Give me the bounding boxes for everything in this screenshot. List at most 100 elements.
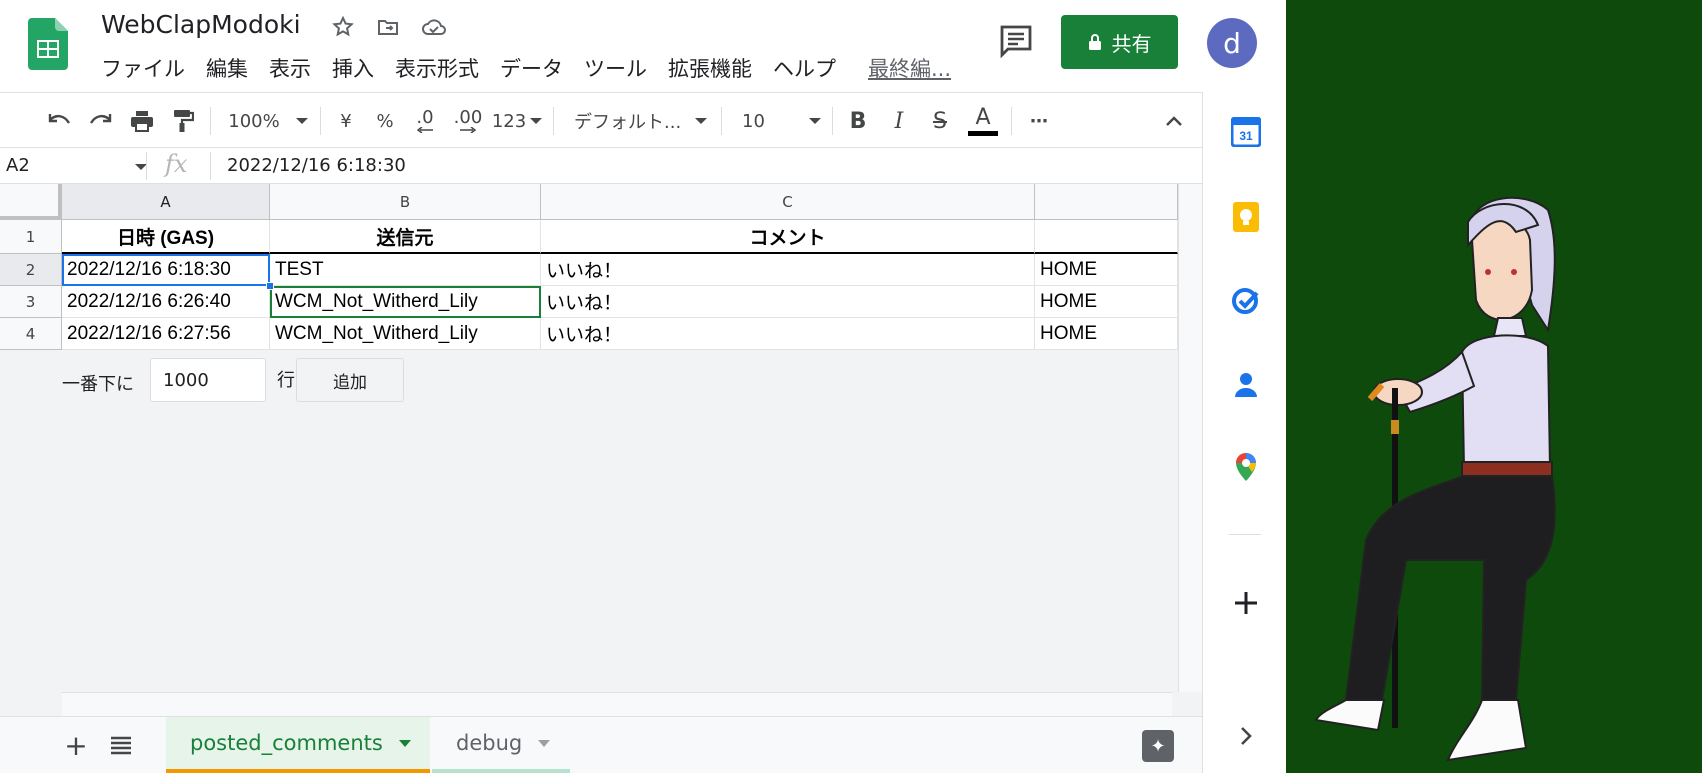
- cell-d4[interactable]: HOME: [1035, 318, 1178, 350]
- cell-a3[interactable]: 2022/12/16 6:26:40: [62, 286, 270, 318]
- arrow-left-icon: [417, 127, 433, 133]
- cell-d1[interactable]: [1035, 220, 1178, 254]
- cell-c1[interactable]: コメント: [541, 220, 1035, 254]
- toolbar: 100% ¥ % .0 .00 123 デフォルト... 10 B I S A …: [0, 92, 1202, 148]
- comment-history-icon[interactable]: [998, 24, 1034, 58]
- fill-handle[interactable]: [266, 282, 274, 290]
- decrease-decimal-button[interactable]: .0: [410, 93, 440, 149]
- menu-edit[interactable]: 編集: [206, 53, 248, 83]
- bold-button[interactable]: B: [843, 93, 873, 149]
- strikethrough-button[interactable]: S: [925, 93, 955, 149]
- formula-input[interactable]: 2022/12/16 6:18:30: [227, 155, 406, 176]
- add-sheet-button[interactable]: +: [62, 727, 90, 763]
- vertical-scrollbar[interactable]: [1178, 184, 1202, 692]
- menu-tools[interactable]: ツール: [584, 53, 647, 83]
- chevron-down-icon[interactable]: [538, 739, 551, 747]
- keep-icon[interactable]: [1231, 202, 1261, 232]
- add-rows-count-input[interactable]: 1000: [150, 358, 266, 402]
- cell-a2[interactable]: 2022/12/16 6:18:30: [62, 254, 270, 286]
- cell-b2[interactable]: TEST: [270, 254, 541, 286]
- text-color-swatch: [968, 130, 998, 136]
- account-avatar[interactable]: d: [1207, 18, 1257, 68]
- chevron-right-icon[interactable]: [1231, 721, 1261, 751]
- menu-view[interactable]: 表示: [269, 53, 311, 83]
- italic-button[interactable]: I: [884, 93, 914, 149]
- lock-icon: [1088, 34, 1101, 50]
- last-edit-link[interactable]: 最終編...: [868, 53, 951, 83]
- spreadsheet-grid: A B C 1 2 3 4 日時 (GAS) 送信元 コメント 2022/12/…: [0, 184, 1202, 716]
- row-header-3[interactable]: 3: [0, 286, 62, 318]
- share-label: 共有: [1111, 31, 1152, 56]
- document-title[interactable]: WebClapModoki: [101, 10, 301, 39]
- share-button[interactable]: 共有: [1061, 15, 1178, 69]
- number-format-select[interactable]: 123: [492, 93, 543, 149]
- side-panel-divider: [1229, 534, 1261, 535]
- zoom-select[interactable]: 100%: [226, 93, 310, 149]
- horizontal-scrollbar[interactable]: [62, 692, 1172, 716]
- move-folder-icon[interactable]: [375, 14, 401, 40]
- formula-bar: A2 fx 2022/12/16 6:18:30: [0, 148, 1202, 184]
- sheet-tab-posted-comments[interactable]: posted_comments: [166, 717, 430, 773]
- tasks-icon[interactable]: [1231, 285, 1261, 315]
- cell-b4[interactable]: WCM_Not_Witherd_Lily: [270, 318, 541, 350]
- all-sheets-icon[interactable]: [108, 733, 134, 757]
- column-header-b[interactable]: B: [270, 184, 541, 220]
- sheet-tab-label: debug: [456, 731, 523, 755]
- cell-b1[interactable]: 送信元: [270, 220, 541, 254]
- calendar-icon[interactable]: 31: [1231, 117, 1261, 147]
- sheets-window: WebClapModoki ファイル 編集 表示 挿入 表示形式 データ ツール…: [0, 0, 1286, 773]
- name-box[interactable]: A2: [6, 155, 30, 176]
- cell-b3[interactable]: WCM_Not_Witherd_Lily: [270, 286, 541, 318]
- print-icon[interactable]: [127, 93, 157, 149]
- cell-a4[interactable]: 2022/12/16 6:27:56: [62, 318, 270, 350]
- cell-c4[interactable]: いいね！: [541, 318, 1035, 350]
- row-header-1[interactable]: 1: [0, 220, 62, 254]
- desktop-wallpaper: [1286, 0, 1702, 773]
- menu-data[interactable]: データ: [500, 53, 563, 83]
- decrease-decimal-label: .0: [416, 107, 434, 128]
- side-panel: 31: [1202, 92, 1286, 773]
- cloud-saved-icon[interactable]: [421, 14, 447, 40]
- undo-icon[interactable]: [44, 93, 74, 149]
- currency-format-button[interactable]: ¥: [333, 93, 359, 149]
- text-color-button[interactable]: A: [966, 93, 1000, 149]
- chevron-down-icon[interactable]: [398, 739, 411, 747]
- collapse-menus-icon[interactable]: [1160, 93, 1188, 149]
- sheets-logo-icon[interactable]: [28, 18, 68, 70]
- add-rows-button[interactable]: 追加: [296, 358, 404, 402]
- explore-icon[interactable]: ✦: [1142, 730, 1174, 762]
- maps-icon[interactable]: [1231, 452, 1261, 482]
- paint-format-icon[interactable]: [168, 93, 198, 149]
- cell-c2[interactable]: いいね！: [541, 254, 1035, 286]
- increase-decimal-button[interactable]: .00: [452, 93, 484, 149]
- font-size-select[interactable]: 10: [742, 93, 822, 149]
- select-all-corner[interactable]: [0, 184, 62, 220]
- row-header-4[interactable]: 4: [0, 318, 62, 350]
- sheet-tab-label: posted_comments: [190, 731, 383, 755]
- cell-d2[interactable]: HOME: [1035, 254, 1178, 286]
- text-color-label: A: [975, 104, 991, 130]
- cell-c3[interactable]: いいね！: [541, 286, 1035, 318]
- menu-file[interactable]: ファイル: [101, 53, 185, 83]
- column-header-a[interactable]: A: [62, 184, 270, 220]
- column-header-c[interactable]: C: [541, 184, 1035, 220]
- menu-help[interactable]: ヘルプ: [773, 53, 836, 83]
- row-header-2[interactable]: 2: [0, 254, 62, 286]
- font-select[interactable]: デフォルト...: [574, 93, 710, 149]
- desktop: WebClapModoki ファイル 編集 表示 挿入 表示形式 データ ツール…: [0, 0, 1702, 773]
- column-header-d[interactable]: [1035, 184, 1178, 220]
- add-rows-suffix: 行: [277, 370, 295, 391]
- menu-insert[interactable]: 挿入: [332, 53, 374, 83]
- percent-format-button[interactable]: %: [372, 93, 398, 149]
- menu-format[interactable]: 表示形式: [395, 53, 479, 83]
- redo-icon[interactable]: [86, 93, 116, 149]
- add-addon-icon[interactable]: [1231, 588, 1261, 618]
- cell-d3[interactable]: HOME: [1035, 286, 1178, 318]
- menu-extensions[interactable]: 拡張機能: [668, 53, 752, 83]
- cell-a1[interactable]: 日時 (GAS): [62, 220, 270, 254]
- contacts-icon[interactable]: [1231, 369, 1261, 399]
- more-options-button[interactable]: ⋯: [1024, 93, 1054, 149]
- sheet-tab-debug[interactable]: debug: [432, 717, 570, 773]
- sheet-tabs-bar: + posted_comments debug ✦: [0, 716, 1202, 773]
- star-icon[interactable]: [330, 14, 356, 40]
